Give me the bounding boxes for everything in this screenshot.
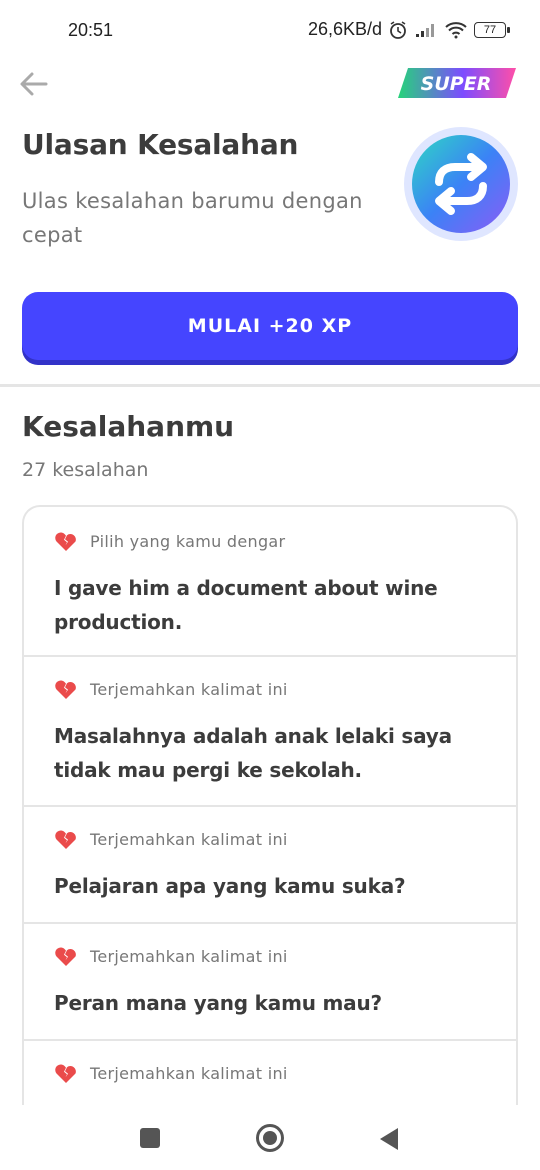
- mistake-header: Pilih yang kamu dengar: [54, 531, 486, 551]
- mistake-type: Terjemahkan kalimat ini: [90, 679, 288, 699]
- mistake-type: Terjemahkan kalimat ini: [90, 1063, 288, 1083]
- back-button[interactable]: [16, 66, 52, 102]
- mistake-text: Pelajaran apa yang kamu suka?: [54, 874, 406, 898]
- mistake-text: Peran mana yang kamu mau?: [54, 991, 382, 1015]
- start-button[interactable]: MULAI +20 XP: [22, 292, 518, 360]
- battery-icon: 77: [474, 21, 510, 38]
- alarm-icon: [388, 20, 408, 40]
- arrow-left-icon: [20, 72, 48, 96]
- broken-heart-icon: [55, 1064, 76, 1083]
- system-nav-bar: [0, 1106, 540, 1170]
- divider: [0, 384, 540, 387]
- list-item[interactable]: Terjemahkan kalimat ini Pelajaran apa ya…: [24, 807, 516, 924]
- broken-heart-icon: [55, 947, 76, 966]
- list-item[interactable]: Terjemahkan kalimat ini Masalahnya adala…: [24, 657, 516, 807]
- recent-apps-button[interactable]: [140, 1128, 160, 1148]
- mistake-type: Terjemahkan kalimat ini: [90, 829, 288, 849]
- list-item[interactable]: Pilih yang kamu dengar I gave him a docu…: [24, 507, 516, 657]
- page-title: Ulasan Kesalahan: [22, 128, 299, 161]
- network-speed: 26,6KB/d: [307, 19, 382, 39]
- mistake-type: Terjemahkan kalimat ini: [90, 946, 288, 966]
- list-item[interactable]: Terjemahkan kalimat ini Peran mana yang …: [24, 924, 516, 1041]
- mistake-text: Masalahnya adalah anak lelaki saya tidak…: [54, 724, 452, 782]
- status-bar: 20:51 26,6KB/d 77: [0, 0, 540, 62]
- status-right: 26,6KB/d 77: [307, 19, 510, 40]
- mistake-text: I gave him a document about wine product…: [54, 576, 438, 634]
- broken-heart-icon: [55, 830, 76, 849]
- mistake-header: Terjemahkan kalimat ini: [54, 679, 486, 699]
- super-badge: SUPER: [398, 67, 518, 99]
- refresh-arrows-icon: [403, 126, 519, 242]
- mistake-header: Terjemahkan kalimat ini: [54, 946, 486, 966]
- mistake-header: Terjemahkan kalimat ini: [54, 829, 486, 849]
- page-subtitle: Ulas kesalahan barumu dengan cepat: [22, 189, 363, 247]
- system-back-button[interactable]: [380, 1128, 398, 1150]
- broken-heart-icon: [55, 532, 76, 551]
- mistake-type: Pilih yang kamu dengar: [90, 531, 286, 551]
- list-item[interactable]: Terjemahkan kalimat ini: [24, 1041, 516, 1105]
- signal-icon: [414, 22, 438, 38]
- mistake-header: Terjemahkan kalimat ini: [54, 1063, 486, 1083]
- section-title: Kesalahanmu: [22, 410, 235, 443]
- mistake-count: 27 kesalahan: [22, 459, 149, 481]
- status-time: 20:51: [68, 20, 114, 40]
- home-button[interactable]: [256, 1124, 284, 1152]
- wifi-icon: [444, 21, 468, 39]
- mistake-list: Pilih yang kamu dengar I gave him a docu…: [22, 505, 518, 1105]
- broken-heart-icon: [55, 680, 76, 699]
- super-label: SUPER: [421, 73, 492, 95]
